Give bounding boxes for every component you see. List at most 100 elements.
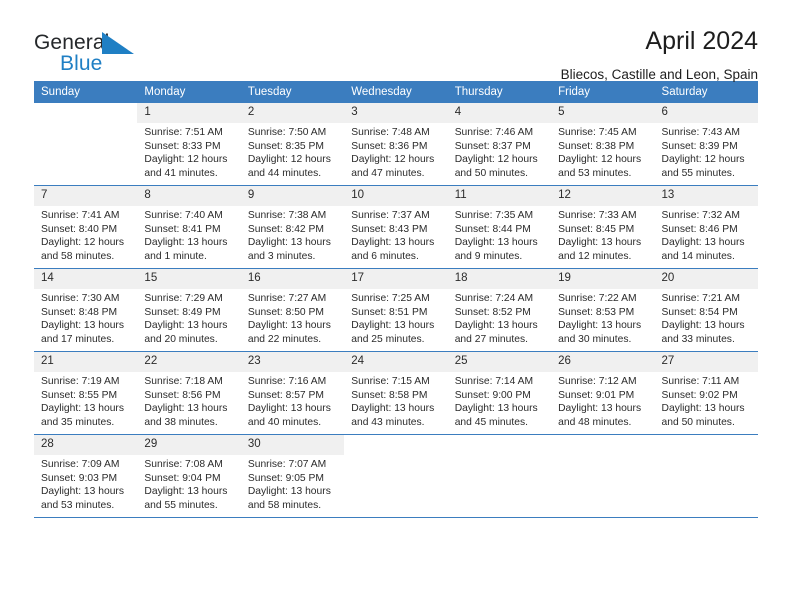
day-cell-content[interactable]: 2 Sunrise: 7:50 AM Sunset: 8:35 PM Daylight… <box>240 103 345 185</box>
day-cell-content[interactable]: 18 Sunrise: 7:24 AM Sunset: 8:52 PM Dayligh… <box>447 269 552 351</box>
calendar-day-cell-empty <box>34 103 138 186</box>
calendar-day-cell[interactable]: 29 Sunrise: 7:08 AM Sunset: 9:04 PM Dayligh… <box>137 434 241 518</box>
calendar-day-cell[interactable]: 17 Sunrise: 7:25 AM Sunset: 8:51 PM Dayligh… <box>344 268 448 352</box>
calendar-day-cell[interactable]: 21 Sunrise: 7:19 AM Sunset: 8:55 PM Dayligh… <box>34 351 138 435</box>
calendar-day-cell-empty <box>344 434 448 518</box>
day-cell-content[interactable]: 8 Sunrise: 7:40 AM Sunset: 8:41 PM Daylight… <box>137 186 241 268</box>
calendar-day-cell[interactable]: 23 Sunrise: 7:16 AM Sunset: 8:57 PM Dayligh… <box>240 351 345 435</box>
calendar-day-cell-empty <box>447 434 552 518</box>
day-sun-info: Sunrise: 7:43 AM Sunset: 8:39 PM Daylight:… <box>655 123 758 180</box>
day-sun-info: Sunrise: 7:09 AM Sunset: 9:03 PM Daylight:… <box>34 455 137 512</box>
day-cell-content[interactable]: 9 Sunrise: 7:38 AM Sunset: 8:42 PM Daylight… <box>240 186 345 268</box>
daylight-text-line1: Daylight: 13 hours <box>454 237 538 249</box>
day-cell-content[interactable]: 5 Sunrise: 7:45 AM Sunset: 8:38 PM Daylight… <box>551 103 655 185</box>
day-cell-content[interactable]: 22 Sunrise: 7:18 AM Sunset: 8:56 PM Dayligh… <box>137 352 241 434</box>
calendar-day-cell[interactable]: 28 Sunrise: 7:09 AM Sunset: 9:03 PM Dayligh… <box>34 434 138 518</box>
month-calendar-grid: Sunday Monday Tuesday Wednesday Thursday… <box>34 81 758 518</box>
calendar-day-cell[interactable]: 19 Sunrise: 7:22 AM Sunset: 8:53 PM Dayligh… <box>551 268 655 352</box>
day-cell-content[interactable]: 11 Sunrise: 7:35 AM Sunset: 8:44 PM Dayligh… <box>447 186 552 268</box>
day-cell-content[interactable]: 13 Sunrise: 7:32 AM Sunset: 8:46 PM Dayligh… <box>654 186 758 268</box>
day-cell-content[interactable]: 30 Sunrise: 7:07 AM Sunset: 9:05 PM Dayligh… <box>240 435 345 517</box>
day-cell-content[interactable]: 29 Sunrise: 7:08 AM Sunset: 9:04 PM Dayligh… <box>137 435 241 517</box>
daylight-text-line2: and 17 minutes. <box>41 333 115 345</box>
day-cell-content[interactable]: 17 Sunrise: 7:25 AM Sunset: 8:51 PM Dayligh… <box>344 269 448 351</box>
day-sun-info: Sunrise: 7:32 AM Sunset: 8:46 PM Daylight:… <box>655 206 758 263</box>
day-cell-content[interactable]: 21 Sunrise: 7:19 AM Sunset: 8:55 PM Dayligh… <box>34 352 138 434</box>
calendar-day-cell[interactable]: 7 Sunrise: 7:41 AM Sunset: 8:40 PM Daylight… <box>34 185 138 269</box>
calendar-day-cell[interactable]: 30 Sunrise: 7:07 AM Sunset: 9:05 PM Dayligh… <box>240 434 345 518</box>
calendar-day-cell[interactable]: 14 Sunrise: 7:30 AM Sunset: 8:48 PM Dayligh… <box>34 268 138 352</box>
day-cell-content[interactable]: 3 Sunrise: 7:48 AM Sunset: 8:36 PM Daylight… <box>344 103 448 185</box>
calendar-day-cell[interactable]: 5 Sunrise: 7:45 AM Sunset: 8:38 PM Daylight… <box>551 103 655 186</box>
sunset-text: Sunset: 8:43 PM <box>351 223 428 235</box>
calendar-day-cell[interactable]: 1 Sunrise: 7:51 AM Sunset: 8:33 PM Daylight… <box>137 103 241 186</box>
calendar-day-cell[interactable]: 11 Sunrise: 7:35 AM Sunset: 8:44 PM Dayligh… <box>447 185 552 269</box>
calendar-day-cell[interactable]: 3 Sunrise: 7:48 AM Sunset: 8:36 PM Daylight… <box>344 103 448 186</box>
day-cell-content[interactable]: 19 Sunrise: 7:22 AM Sunset: 8:53 PM Dayligh… <box>551 269 655 351</box>
calendar-day-cell[interactable]: 9 Sunrise: 7:38 AM Sunset: 8:42 PM Daylight… <box>240 185 345 269</box>
day-cell-content[interactable]: 28 Sunrise: 7:09 AM Sunset: 9:03 PM Dayligh… <box>34 435 138 517</box>
daylight-text-line2: and 45 minutes. <box>454 416 528 428</box>
calendar-day-cell[interactable]: 20 Sunrise: 7:21 AM Sunset: 8:54 PM Dayligh… <box>654 268 758 352</box>
calendar-day-cell[interactable]: 27 Sunrise: 7:11 AM Sunset: 9:02 PM Dayligh… <box>654 351 758 435</box>
calendar-day-cell[interactable]: 10 Sunrise: 7:37 AM Sunset: 8:43 PM Dayligh… <box>344 185 448 269</box>
day-sun-info: Sunrise: 7:19 AM Sunset: 8:55 PM Daylight:… <box>34 372 137 429</box>
weekday-header-monday: Monday <box>137 81 241 103</box>
sunrise-text: Sunrise: 7:07 AM <box>247 459 327 470</box>
daylight-text-line2: and 27 minutes. <box>454 333 528 345</box>
day-number: 30 <box>240 435 345 455</box>
sunset-text: Sunset: 8:39 PM <box>661 140 738 152</box>
daylight-text-line2: and 48 minutes. <box>558 416 632 428</box>
calendar-body: 1 Sunrise: 7:51 AM Sunset: 8:33 PM Daylight… <box>34 103 758 518</box>
day-cell-content[interactable]: 23 Sunrise: 7:16 AM Sunset: 8:57 PM Dayligh… <box>240 352 345 434</box>
day-cell-content[interactable]: 26 Sunrise: 7:12 AM Sunset: 9:01 PM Dayligh… <box>551 352 655 434</box>
day-cell-content[interactable]: 12 Sunrise: 7:33 AM Sunset: 8:45 PM Dayligh… <box>551 186 655 268</box>
calendar-day-cell[interactable]: 8 Sunrise: 7:40 AM Sunset: 8:41 PM Daylight… <box>137 185 241 269</box>
day-number: 18 <box>447 269 552 289</box>
calendar-day-cell[interactable]: 24 Sunrise: 7:15 AM Sunset: 8:58 PM Dayligh… <box>344 351 448 435</box>
day-sun-info: Sunrise: 7:30 AM Sunset: 8:48 PM Daylight:… <box>34 289 137 346</box>
calendar-day-cell[interactable]: 4 Sunrise: 7:46 AM Sunset: 8:37 PM Daylight… <box>447 103 552 186</box>
day-number: 6 <box>654 103 758 123</box>
daylight-text-line1: Daylight: 13 hours <box>351 320 435 332</box>
calendar-day-cell[interactable]: 6 Sunrise: 7:43 AM Sunset: 8:39 PM Daylight… <box>654 103 758 186</box>
day-cell-content[interactable]: 16 Sunrise: 7:27 AM Sunset: 8:50 PM Dayligh… <box>240 269 345 351</box>
day-cell-content[interactable]: 1 Sunrise: 7:51 AM Sunset: 8:33 PM Daylight… <box>137 103 241 185</box>
day-cell-content[interactable]: 7 Sunrise: 7:41 AM Sunset: 8:40 PM Daylight… <box>34 186 138 268</box>
title-block: April 2024 Bliecos, Castille and Leon, S… <box>561 26 758 82</box>
daylight-text-line1: Daylight: 13 hours <box>558 320 642 332</box>
calendar-day-cell[interactable]: 2 Sunrise: 7:50 AM Sunset: 8:35 PM Daylight… <box>240 103 345 186</box>
day-sun-info: Sunrise: 7:14 AM Sunset: 9:00 PM Daylight:… <box>448 372 551 429</box>
sunset-text: Sunset: 8:40 PM <box>41 223 118 235</box>
daylight-text-line1: Daylight: 13 hours <box>351 403 435 415</box>
day-sun-info: Sunrise: 7:18 AM Sunset: 8:56 PM Daylight:… <box>137 372 240 429</box>
daylight-text-line2: and 1 minute. <box>144 250 207 262</box>
calendar-day-cell[interactable]: 12 Sunrise: 7:33 AM Sunset: 8:45 PM Dayligh… <box>551 185 655 269</box>
day-number: 24 <box>344 352 448 372</box>
sunrise-text: Sunrise: 7:35 AM <box>454 210 534 221</box>
daylight-text-line1: Daylight: 13 hours <box>144 320 228 332</box>
calendar-day-cell[interactable]: 16 Sunrise: 7:27 AM Sunset: 8:50 PM Dayligh… <box>240 268 345 352</box>
calendar-day-cell[interactable]: 22 Sunrise: 7:18 AM Sunset: 8:56 PM Dayligh… <box>137 351 241 435</box>
generalblue-logo[interactable]: General Blue <box>34 26 154 78</box>
day-cell-content[interactable]: 25 Sunrise: 7:14 AM Sunset: 9:00 PM Dayligh… <box>447 352 552 434</box>
day-cell-content[interactable]: 4 Sunrise: 7:46 AM Sunset: 8:37 PM Daylight… <box>447 103 552 185</box>
day-cell-content[interactable]: 6 Sunrise: 7:43 AM Sunset: 8:39 PM Daylight… <box>654 103 758 185</box>
daylight-text-line1: Daylight: 13 hours <box>41 403 124 415</box>
day-cell-content[interactable]: 14 Sunrise: 7:30 AM Sunset: 8:48 PM Dayligh… <box>34 269 138 351</box>
calendar-day-cell[interactable]: 15 Sunrise: 7:29 AM Sunset: 8:49 PM Dayligh… <box>137 268 241 352</box>
calendar-day-cell[interactable]: 18 Sunrise: 7:24 AM Sunset: 8:52 PM Dayligh… <box>447 268 552 352</box>
day-cell-content[interactable]: 15 Sunrise: 7:29 AM Sunset: 8:49 PM Dayligh… <box>137 269 241 351</box>
day-cell-content[interactable]: 10 Sunrise: 7:37 AM Sunset: 8:43 PM Dayligh… <box>344 186 448 268</box>
calendar-day-cell[interactable]: 13 Sunrise: 7:32 AM Sunset: 8:46 PM Dayligh… <box>654 185 758 269</box>
day-cell-content[interactable]: 20 Sunrise: 7:21 AM Sunset: 8:54 PM Dayligh… <box>654 269 758 351</box>
day-sun-info: Sunrise: 7:41 AM Sunset: 8:40 PM Daylight:… <box>34 206 137 263</box>
day-sun-info: Sunrise: 7:08 AM Sunset: 9:04 PM Daylight:… <box>137 455 240 512</box>
sunset-text: Sunset: 8:49 PM <box>144 306 221 318</box>
day-cell-content[interactable]: 24 Sunrise: 7:15 AM Sunset: 8:58 PM Dayligh… <box>344 352 448 434</box>
day-cell-content[interactable]: 27 Sunrise: 7:11 AM Sunset: 9:02 PM Dayligh… <box>654 352 758 434</box>
calendar-week-row: 21 Sunrise: 7:19 AM Sunset: 8:55 PM Dayligh… <box>34 351 758 435</box>
calendar-day-cell[interactable]: 26 Sunrise: 7:12 AM Sunset: 9:01 PM Dayligh… <box>551 351 655 435</box>
calendar-day-cell[interactable]: 25 Sunrise: 7:14 AM Sunset: 9:00 PM Dayligh… <box>447 351 552 435</box>
day-number: 7 <box>34 186 138 206</box>
